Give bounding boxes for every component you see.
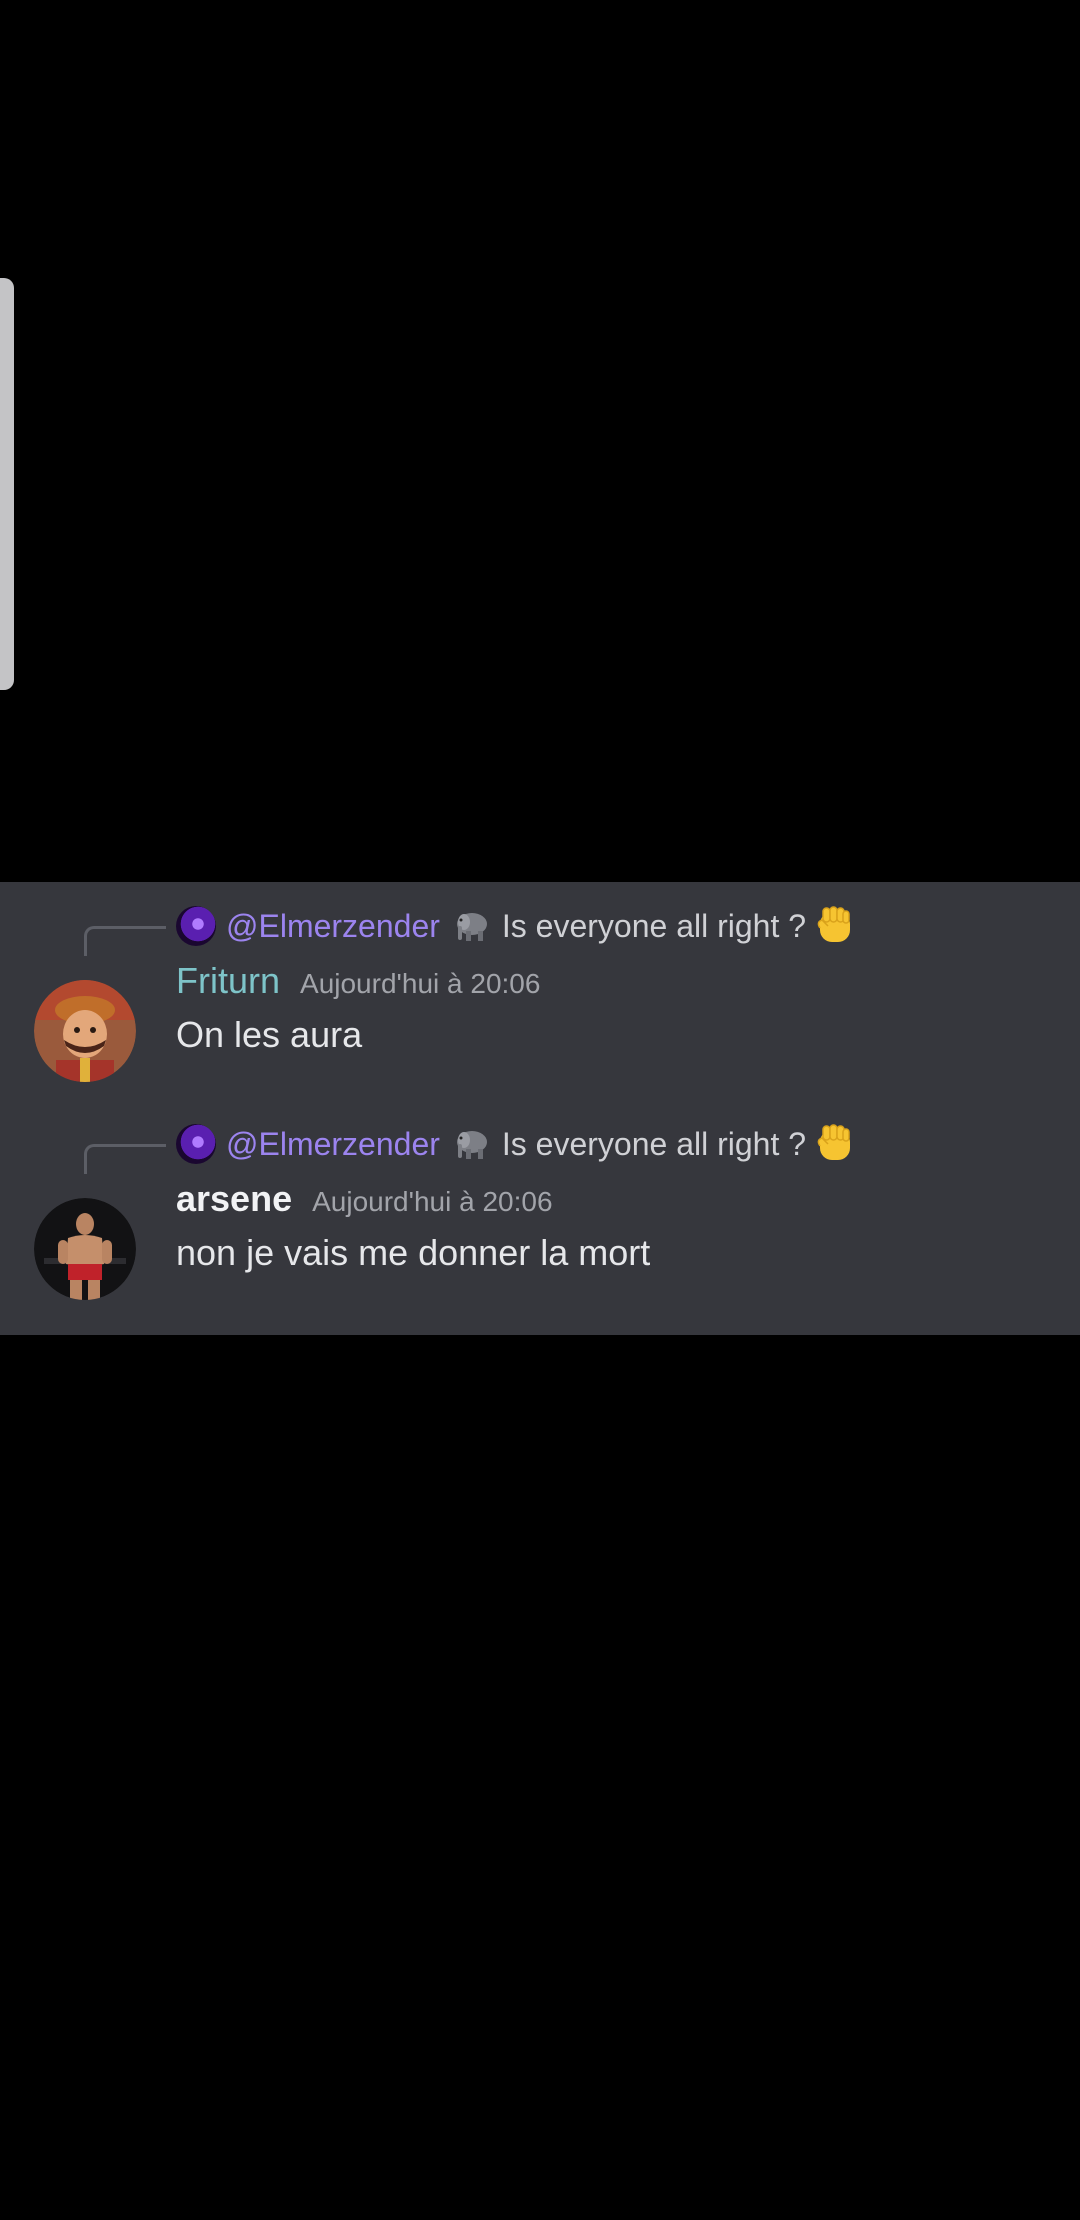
- reply-message-text: Is everyone all right ?: [501, 907, 807, 944]
- reply-message-text: Is everyone all right ?: [501, 1125, 807, 1162]
- reply-preview[interactable]: @Elmerzender Is everyone all right ?: [176, 1122, 858, 1166]
- side-drawer-handle[interactable]: [0, 278, 14, 690]
- message-content: On les aura: [176, 1014, 363, 1055]
- username[interactable]: Friturn: [176, 960, 280, 1002]
- fighter-photo-avatar-icon: [34, 1198, 136, 1300]
- reply-connector: [84, 926, 166, 956]
- timestamp: Aujourd'hui à 20:06: [312, 1186, 553, 1217]
- reply-author-mention[interactable]: @Elmerzender: [226, 1126, 440, 1163]
- message[interactable]: @Elmerzender Is everyone all right ?: [0, 902, 1080, 1102]
- message-content: non je vais me donner la mort: [176, 1232, 651, 1273]
- purple-orb-avatar-icon: [176, 1124, 216, 1164]
- chat-panel: @Elmerzender Is everyone all right ? Fri…: [0, 882, 1080, 1335]
- avatar[interactable]: [34, 1198, 136, 1300]
- elephant-emoji-icon: [456, 1131, 487, 1159]
- message-header: Friturn Aujourd'hui à 20:06: [176, 960, 540, 1010]
- elephant-emoji-icon: [456, 913, 487, 941]
- message-header: arsene Aujourd'hui à 20:06: [176, 1178, 553, 1228]
- avatar[interactable]: [34, 980, 136, 1082]
- message[interactable]: @Elmerzender Is everyone all right ?: [0, 1120, 1080, 1320]
- reply-author-mention[interactable]: @Elmerzender: [226, 908, 440, 945]
- purple-orb-avatar-icon: [176, 906, 216, 946]
- cartoon-character-avatar-icon: [34, 980, 136, 1082]
- reply-connector: [84, 1144, 166, 1174]
- raised-fist-emoji-icon: [817, 906, 851, 942]
- username[interactable]: arsene: [176, 1178, 292, 1220]
- timestamp: Aujourd'hui à 20:06: [300, 968, 541, 999]
- reply-preview[interactable]: @Elmerzender Is everyone all right ?: [176, 904, 858, 948]
- raised-fist-emoji-icon: [817, 1124, 851, 1160]
